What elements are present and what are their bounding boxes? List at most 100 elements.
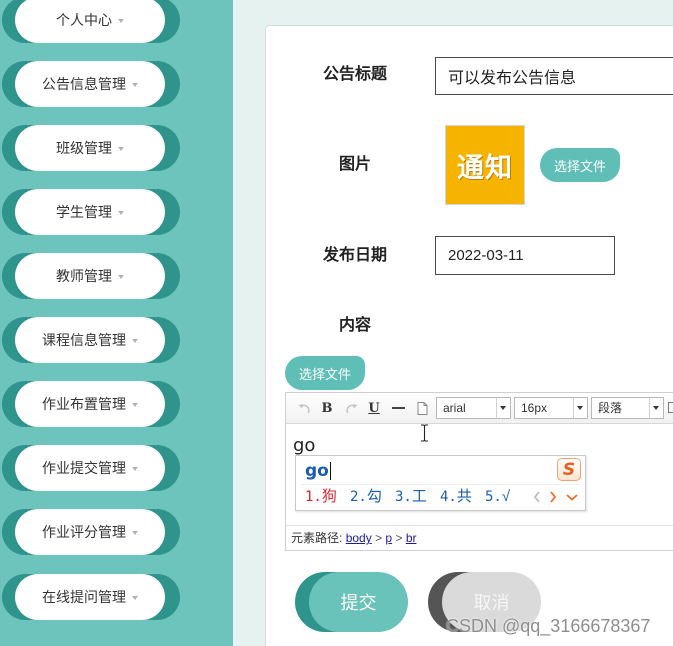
sidebar-item-pill[interactable]: 在线提问管理 xyxy=(15,574,165,620)
chevron-down-icon[interactable] xyxy=(566,486,578,508)
sidebar-item-student-management[interactable]: 学生管理 xyxy=(2,189,180,235)
sidebar-item-label: 作业提交管理 xyxy=(42,460,126,476)
chevron-down-icon xyxy=(118,274,124,279)
chevron-down-icon xyxy=(132,82,138,87)
sogou-logo-icon[interactable]: S xyxy=(557,458,581,481)
submit-button-label[interactable]: 提交 xyxy=(309,572,408,632)
ime-candidate[interactable]: 4.共 xyxy=(440,486,472,508)
chevron-down-icon[interactable] xyxy=(496,398,510,418)
underline-icon: U xyxy=(368,400,380,416)
sidebar-item-homework-assignment[interactable]: 作业布置管理 xyxy=(2,381,180,427)
page-icon xyxy=(417,401,427,415)
sidebar-item-label: 在线提问管理 xyxy=(42,589,126,605)
sidebar-item-class-management[interactable]: 班级管理 xyxy=(2,125,180,171)
chevron-down-icon xyxy=(118,210,124,215)
chevron-down-icon xyxy=(118,146,124,151)
editor-toolbar: B U arial 16px 段落 xyxy=(286,393,673,424)
ime-candidate-index: 5. xyxy=(485,489,502,505)
ime-candidate-text: 狗 xyxy=(321,488,337,505)
chevron-down-icon xyxy=(132,338,138,343)
sidebar-item-online-questions[interactable]: 在线提问管理 xyxy=(2,574,180,620)
ime-candidate-index: 4. xyxy=(440,489,457,505)
sidebar-item-pill[interactable]: 作业提交管理 xyxy=(15,445,165,491)
sidebar-item-label: 学生管理 xyxy=(56,204,112,220)
sidebar-item-label: 公告信息管理 xyxy=(42,76,126,92)
sidebar-item-pill[interactable]: 个人中心 xyxy=(15,0,165,43)
chevron-down-icon xyxy=(132,530,138,535)
sidebar-item-homework-submission[interactable]: 作业提交管理 xyxy=(2,445,180,491)
sidebar-item-pill[interactable]: 班级管理 xyxy=(15,125,165,171)
path-link-br[interactable]: br xyxy=(406,531,417,545)
ime-candidate-index: 1. xyxy=(305,489,322,505)
undo-icon[interactable] xyxy=(296,393,312,423)
path-separator: > xyxy=(375,531,383,545)
submit-button[interactable]: 提交 xyxy=(295,572,408,632)
sidebar-item-pill[interactable]: 课程信息管理 xyxy=(15,317,165,363)
ime-candidate[interactable]: 3.工 xyxy=(395,486,427,508)
sidebar-item-pill[interactable]: 教师管理 xyxy=(15,253,165,299)
sidebar-item-label: 个人中心 xyxy=(56,12,112,28)
sidebar-item-pill[interactable]: 作业评分管理 xyxy=(15,509,165,555)
sidebar: 个人中心 公告信息管理 班级管理 学生管理 教师管理 课程信息管理 作业布置管理… xyxy=(0,0,233,646)
chevron-down-icon xyxy=(118,18,124,23)
chevron-down-icon xyxy=(132,466,138,471)
date-label: 发布日期 xyxy=(322,247,387,264)
chevron-down-icon xyxy=(132,595,138,600)
bold-button[interactable]: B xyxy=(320,393,334,423)
title-label: 公告标题 xyxy=(322,66,387,83)
sidebar-item-course-management[interactable]: 课程信息管理 xyxy=(2,317,180,363)
image-preview-text: 通知 xyxy=(457,152,513,183)
editor-text: go xyxy=(293,435,316,456)
path-link-body[interactable]: body xyxy=(346,531,372,545)
text-cursor-icon xyxy=(421,424,428,442)
content-choose-file-button[interactable]: 选择文件 xyxy=(285,356,365,390)
horizontal-rule-button[interactable] xyxy=(390,393,406,423)
font-size-value: 16px xyxy=(521,401,548,415)
toolbar-overflow-icon[interactable] xyxy=(668,402,673,413)
sidebar-item-pill[interactable]: 学生管理 xyxy=(15,189,165,235)
element-path-bar: 元素路径: body > p > br xyxy=(286,525,673,550)
block-format-select[interactable]: 段落 xyxy=(591,397,664,419)
chevron-right-icon[interactable] xyxy=(549,486,557,508)
horizontal-rule-icon xyxy=(391,407,405,409)
chevron-down-icon[interactable] xyxy=(573,398,587,418)
ime-candidate[interactable]: 2.勾 xyxy=(350,486,382,508)
sidebar-item-homework-grading[interactable]: 作业评分管理 xyxy=(2,509,180,555)
sidebar-item-label: 课程信息管理 xyxy=(42,332,126,348)
image-preview: 通知 xyxy=(445,125,525,205)
path-link-p[interactable]: p xyxy=(385,531,392,545)
sidebar-item-pill[interactable]: 公告信息管理 xyxy=(15,61,165,107)
block-format-value: 段落 xyxy=(598,401,623,415)
ime-candidate[interactable]: 1.狗 xyxy=(305,486,337,508)
font-family-value: arial xyxy=(443,401,466,415)
sidebar-item-label: 教师管理 xyxy=(56,268,112,284)
chevron-down-icon xyxy=(132,402,138,407)
font-family-select[interactable]: arial xyxy=(436,397,511,419)
font-size-select[interactable]: 16px xyxy=(514,397,588,419)
ime-candidate-text: 工 xyxy=(411,488,427,505)
date-input[interactable] xyxy=(435,236,615,275)
title-input[interactable] xyxy=(435,57,673,95)
chevron-left-icon[interactable] xyxy=(533,486,541,508)
sidebar-item-teacher-management[interactable]: 教师管理 xyxy=(2,253,180,299)
sidebar-item-label: 作业评分管理 xyxy=(42,524,126,540)
ime-candidate-text: √ xyxy=(501,488,511,505)
sogou-logo-letter: S xyxy=(562,459,576,480)
image-label: 图片 xyxy=(338,156,371,173)
page-button[interactable] xyxy=(415,393,429,423)
sidebar-item-label: 作业布置管理 xyxy=(42,396,126,412)
ime-composition-row: go xyxy=(305,459,331,483)
redo-icon[interactable] xyxy=(344,393,360,423)
path-separator: > xyxy=(395,531,403,545)
ime-candidate[interactable]: 5.√ xyxy=(485,486,510,508)
ime-candidate-index: 2. xyxy=(350,489,367,505)
sidebar-item-pill[interactable]: 作业布置管理 xyxy=(15,381,165,427)
sidebar-item-personal-center[interactable]: 个人中心 xyxy=(2,0,180,43)
element-path-label: 元素路径: xyxy=(291,531,343,545)
bold-icon: B xyxy=(321,400,333,416)
underline-button[interactable]: U xyxy=(367,393,381,423)
sidebar-item-notice-management[interactable]: 公告信息管理 xyxy=(2,61,180,107)
ime-candidate-text: 共 xyxy=(456,488,472,505)
chevron-down-icon[interactable] xyxy=(649,398,663,418)
image-choose-file-button[interactable]: 选择文件 xyxy=(540,148,620,182)
